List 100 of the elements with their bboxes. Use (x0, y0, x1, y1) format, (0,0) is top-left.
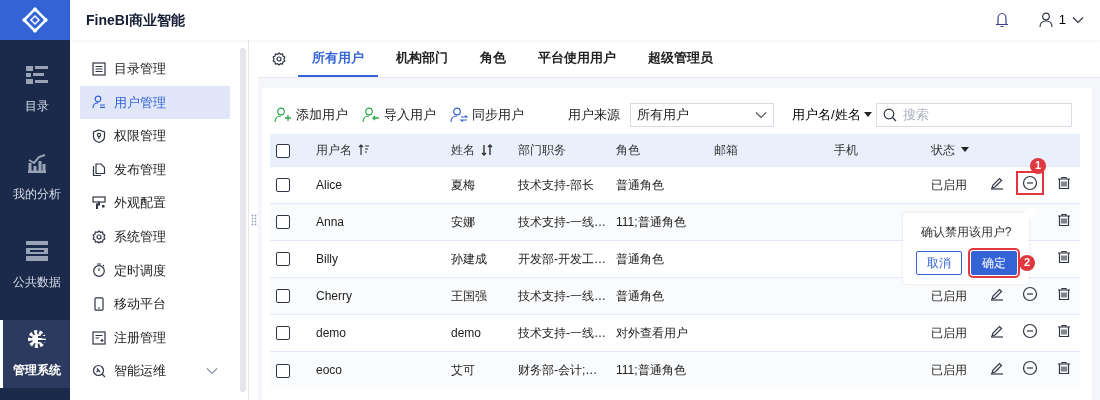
table-cell: 普通角色 (616, 288, 664, 303)
status-cell: 已启用 (931, 177, 967, 192)
add-user-icon (274, 107, 292, 123)
column-header: 角色 (616, 141, 640, 159)
toolbar-button[interactable]: 同步用户 (446, 105, 528, 125)
chart-icon (26, 153, 47, 173)
menu-item[interactable]: 目录管理 (80, 52, 230, 86)
gear-icon (92, 229, 106, 244)
table-cell: 111;普通角色 (616, 214, 686, 229)
sync-user-icon (450, 107, 468, 123)
list-icon (25, 65, 48, 85)
toolbar-button[interactable]: 导入用户 (358, 105, 440, 125)
menu-item[interactable]: 系统管理 (80, 219, 230, 254)
checkbox[interactable] (276, 289, 290, 304)
table-cell: Billy (316, 251, 338, 266)
menu-item[interactable]: 权限管理 (80, 119, 230, 153)
table-cell: 开发部-开发工… (518, 251, 606, 266)
delete-icon (1056, 287, 1071, 301)
menu-item[interactable]: 注册管理 (80, 320, 230, 355)
confirm-button[interactable]: 确定 (970, 250, 1017, 275)
rail-item[interactable]: 我的分析 (0, 144, 70, 212)
tab[interactable]: 平台使用用户 (524, 40, 630, 77)
column-header: 邮箱 (714, 141, 738, 159)
menu-item[interactable]: 发布管理 (80, 152, 230, 187)
status-cell: 已启用 (931, 362, 967, 377)
edit-icon (989, 361, 1004, 376)
tab[interactable]: 机构部门 (382, 40, 462, 77)
table-cell: 孙建成 (451, 251, 487, 266)
search-scope-dropdown[interactable]: 用户名/姓名 (788, 105, 876, 125)
caret-icon (863, 112, 872, 118)
tab[interactable]: 超级管理员 (634, 40, 727, 77)
brush-icon (92, 196, 106, 211)
caret-icon (961, 146, 969, 153)
logo-icon (22, 7, 48, 33)
menu-item[interactable]: 定时调度 (80, 253, 230, 288)
rail-item[interactable]: 管理系统 (0, 320, 70, 388)
toolbar-button[interactable]: 添加用户 (270, 105, 352, 125)
source-select[interactable]: 所有用户 (630, 103, 774, 127)
disable-icon (1022, 323, 1038, 339)
table-cell: 对外查看用户 (616, 325, 688, 340)
table-cell: demo (451, 325, 482, 340)
chevron-icon (755, 111, 767, 119)
table-cell: 王国强 (451, 288, 487, 303)
checkbox[interactable] (276, 215, 290, 230)
delete-icon (1056, 213, 1071, 227)
scrollbar[interactable] (240, 48, 246, 392)
delete-icon (1056, 176, 1071, 190)
timer-icon (92, 263, 106, 278)
list-icon (92, 61, 106, 76)
menu-item[interactable]: 移动平台 (80, 287, 230, 321)
checkbox[interactable] (276, 363, 290, 378)
edit-icon (989, 287, 1004, 301)
delete-icon (1056, 250, 1071, 264)
disable-icon (1022, 360, 1038, 377)
search-field[interactable]: 搜索 (875, 103, 1072, 127)
pages-icon (92, 162, 106, 177)
disable-icon (1022, 175, 1038, 191)
table-cell: 艾可 (451, 362, 475, 377)
user-menu[interactable]: 1 (1038, 10, 1084, 30)
source-label: 用户来源 (568, 106, 620, 125)
edit-icon (989, 176, 1004, 190)
checkbox[interactable] (276, 178, 290, 193)
disable-icon (1022, 286, 1038, 302)
menu-item[interactable]: 用户管理 (80, 85, 230, 120)
checkbox[interactable] (276, 326, 290, 341)
table-cell: eoco (316, 362, 343, 377)
sort-icon (481, 143, 493, 156)
tab[interactable]: 角色 (466, 40, 520, 77)
search-icon (92, 364, 106, 379)
drag-handle-icon[interactable] (250, 214, 257, 226)
chevron-icon (206, 367, 218, 376)
table-cell: 财务部-会计;… (518, 362, 598, 377)
edit-icon (989, 324, 1004, 338)
cancel-button[interactable]: 取消 (915, 250, 962, 275)
chevron-icon (1072, 16, 1084, 24)
table-cell: 技术支持-一线… (518, 214, 606, 229)
column-header: 状态 (931, 141, 955, 159)
table-cell: Anna (316, 214, 345, 229)
checkbox[interactable] (276, 252, 290, 267)
table-cell: 夏梅 (451, 177, 475, 192)
rail-item[interactable]: 目录 (0, 56, 70, 124)
delete-icon (1056, 324, 1071, 338)
search-icon (882, 108, 897, 122)
table-cell: 111;普通角色 (616, 362, 686, 377)
shield-icon (92, 129, 106, 143)
table-cell: demo (316, 325, 347, 340)
checkbox[interactable] (276, 143, 290, 158)
import-user-icon (362, 107, 380, 123)
disable-button[interactable] (1018, 173, 1042, 193)
column-header: 手机 (834, 141, 858, 159)
app-title: FineBI商业智能 (86, 10, 185, 30)
menu-item[interactable]: 智能运维 (80, 354, 230, 388)
table-cell: 技术支持-一线… (518, 288, 606, 303)
tab[interactable]: 所有用户 (298, 40, 378, 77)
phone-icon (92, 296, 106, 311)
menu-item[interactable]: 外观配置 (80, 186, 230, 220)
delete-icon (1056, 361, 1071, 376)
rail-item[interactable]: 公共数据 (0, 232, 70, 300)
column-header: 部门职务 (518, 141, 566, 159)
column-header: 用户名 (316, 141, 352, 159)
